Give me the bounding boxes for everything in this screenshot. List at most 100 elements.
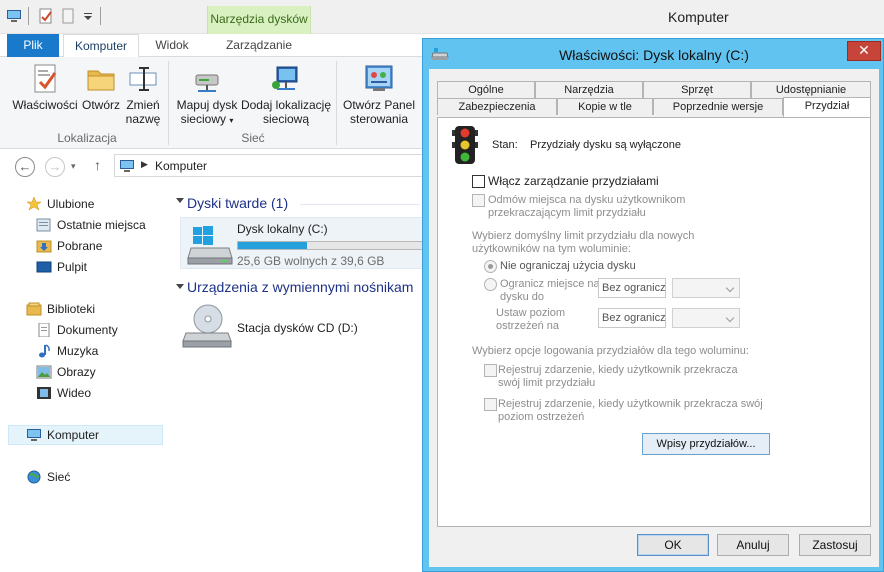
- control-panel-icon: [363, 63, 395, 95]
- tab-manage[interactable]: Zarządzanie: [207, 34, 311, 57]
- logging-options-label: Wybierz opcje logowania przydziałów dla …: [472, 345, 749, 357]
- collapse-chevron-icon[interactable]: [176, 284, 184, 289]
- no-limit-radio[interactable]: [484, 260, 497, 273]
- dialog-title: Właściwości: Dysk lokalny (C:): [559, 47, 749, 63]
- nav-favorites-label: Ulubione: [47, 197, 95, 211]
- log-exceed-warning-checkbox[interactable]: [484, 398, 497, 411]
- limit-disk-radio[interactable]: [484, 278, 497, 291]
- local-disk-usage-fill: [238, 242, 307, 249]
- open-control-panel-button[interactable]: Otwórz Panel sterowania: [342, 63, 416, 126]
- breadcrumb-chevron-icon[interactable]: ▶: [141, 159, 148, 170]
- back-button[interactable]: ←: [15, 157, 35, 177]
- qat-customize-icon[interactable]: [82, 8, 94, 24]
- log-exceed-limit-label-line2: swój limit przydziału: [498, 377, 596, 389]
- default-limit-label-line1: Wybierz domyślny limit przydziału dla no…: [472, 230, 695, 242]
- local-disk-name: Dysk lokalny (C:): [237, 222, 328, 236]
- properties-qat-icon[interactable]: [38, 8, 54, 24]
- limit-value-input[interactable]: Bez ograniczeń: [598, 278, 666, 298]
- warning-unit-select[interactable]: [672, 308, 740, 328]
- star-icon: [26, 196, 42, 211]
- local-disk-tile[interactable]: Dysk lokalny (C:) 25,6 GB wolnych z 39,6…: [180, 217, 433, 269]
- tab-general[interactable]: Ogólne: [437, 81, 535, 98]
- address-bar[interactable]: ▶ Komputer: [114, 154, 454, 177]
- window-title: Komputer: [668, 9, 729, 25]
- close-icon: ✕: [858, 42, 870, 58]
- tab-shadow-copies[interactable]: Kopie w tle: [557, 98, 653, 115]
- nav-libraries-label: Biblioteki: [47, 302, 96, 316]
- removable-storage-header[interactable]: Urządzenia z wymiennymi nośnikam: [187, 279, 413, 295]
- cd-drive-icon: [182, 303, 232, 354]
- up-arrow-icon[interactable]: ↑: [94, 157, 101, 173]
- tab-tools[interactable]: Narzędzia: [535, 81, 643, 98]
- radio-selected-dot: [488, 264, 493, 269]
- properties-dialog: Właściwości: Dysk lokalny (C:) ✕ Ogólne …: [422, 38, 884, 572]
- enable-quota-checkbox[interactable]: [472, 175, 485, 188]
- warning-level-label-line2: ostrzeżeń na: [496, 320, 559, 332]
- rename-button-label-line1: Zmień: [126, 98, 160, 112]
- log-exceed-limit-checkbox[interactable]: [484, 364, 497, 377]
- tab-view[interactable]: Widok: [139, 34, 205, 57]
- nav-recent-places-label: Ostatnie miejsca: [57, 218, 146, 232]
- windows-drive-icon: [187, 224, 233, 269]
- tab-sharing[interactable]: Udostępnianie: [751, 81, 871, 98]
- navigation-pane: Ulubione Ostatnie miejsca Pobrane Pulpit…: [0, 183, 168, 572]
- location-group-label: Lokalizacja: [57, 131, 117, 145]
- tab-previous-versions[interactable]: Poprzednie wersje: [653, 98, 783, 115]
- tab-quota[interactable]: Przydział: [783, 97, 871, 117]
- quota-tab-panel: Stan: Przydziały dysku są wyłączone Włąc…: [437, 117, 871, 527]
- chevron-down-icon: [725, 313, 735, 323]
- nav-music-label: Muzyka: [57, 344, 99, 358]
- limit-unit-select[interactable]: [672, 278, 740, 298]
- nav-downloads-label: Pobrane: [57, 239, 103, 253]
- nav-documents-label: Dokumenty: [57, 323, 118, 337]
- local-disk-usage-bar: [237, 241, 433, 250]
- no-limit-label[interactable]: Nie ograniczaj użycia dysku: [500, 260, 636, 273]
- nav-videos-label: Wideo: [57, 386, 92, 400]
- deny-space-checkbox[interactable]: [472, 194, 485, 207]
- tab-computer[interactable]: Komputer: [63, 34, 139, 58]
- network-drive-icon: [191, 63, 223, 95]
- hard-drives-header[interactable]: Dyski twarde (1): [187, 195, 288, 211]
- rename-button[interactable]: Zmień nazwę: [124, 63, 162, 126]
- deny-space-label-line1: Odmów miejsca na dysku użytkownikom: [488, 194, 686, 206]
- recent-locations-chevron-icon[interactable]: ▾: [71, 161, 76, 172]
- back-arrow-icon: ←: [18, 159, 32, 174]
- network-globe-icon: [26, 470, 42, 484]
- add-network-location-label-line2: sieciową: [262, 112, 310, 126]
- warning-value-input[interactable]: Bez ograniczeń: [598, 308, 666, 328]
- cancel-button[interactable]: Anuluj: [717, 534, 789, 556]
- nav-computer-label: Komputer: [47, 428, 100, 442]
- deny-space-label-line2: przekraczającym limit przydziału: [488, 207, 646, 219]
- add-network-location-label-line1: Dodaj lokalizację: [240, 98, 332, 112]
- log-exceed-warning-label-line1: Rejestruj zdarzenie, kiedy użytkownik pr…: [498, 398, 763, 410]
- ok-button[interactable]: OK: [637, 534, 709, 556]
- quota-entries-button[interactable]: Wpisy przydziałów...: [642, 433, 770, 455]
- apply-button[interactable]: Zastosuj: [799, 534, 871, 556]
- group-divider: [300, 204, 420, 205]
- new-folder-qat-icon[interactable]: [60, 8, 76, 24]
- contextual-tab-header: Narzędzia dysków: [207, 6, 311, 34]
- limit-disk-label-line1: Ogranicz miejsce na: [500, 278, 600, 290]
- enable-quota-label[interactable]: Włącz zarządzanie przydziałami: [488, 175, 659, 188]
- dialog-close-button[interactable]: ✕: [847, 41, 881, 61]
- tab-hardware[interactable]: Sprzęt: [643, 81, 751, 98]
- add-network-location-button[interactable]: Dodaj lokalizację sieciową: [240, 63, 332, 126]
- music-note-icon: [36, 344, 52, 358]
- log-exceed-warning-label-line2: poziom ostrzeżeń: [498, 411, 585, 423]
- map-network-drive-label-line1: Mapuj dysk: [176, 98, 238, 112]
- properties-icon: [29, 63, 61, 95]
- forward-button[interactable]: →: [45, 157, 65, 177]
- computer-address-icon: [119, 158, 135, 177]
- control-panel-label-line1: Otwórz Panel: [342, 98, 416, 112]
- breadcrumb-computer[interactable]: Komputer: [155, 159, 207, 173]
- map-network-drive-button[interactable]: Mapuj dysk sieciowy ▾: [174, 63, 240, 128]
- cd-drive-name: Stacja dysków CD (D:): [237, 321, 358, 335]
- collapse-chevron-icon[interactable]: [176, 198, 184, 203]
- tab-file[interactable]: Plik: [7, 34, 59, 57]
- properties-button[interactable]: Właściwości: [12, 63, 78, 112]
- cd-drive-tile[interactable]: Stacja dysków CD (D:): [182, 303, 422, 353]
- open-button[interactable]: Otwórz: [80, 63, 122, 112]
- open-button-label: Otwórz: [81, 98, 120, 112]
- tab-security[interactable]: Zabezpieczenia: [437, 98, 557, 115]
- documents-icon: [36, 322, 52, 338]
